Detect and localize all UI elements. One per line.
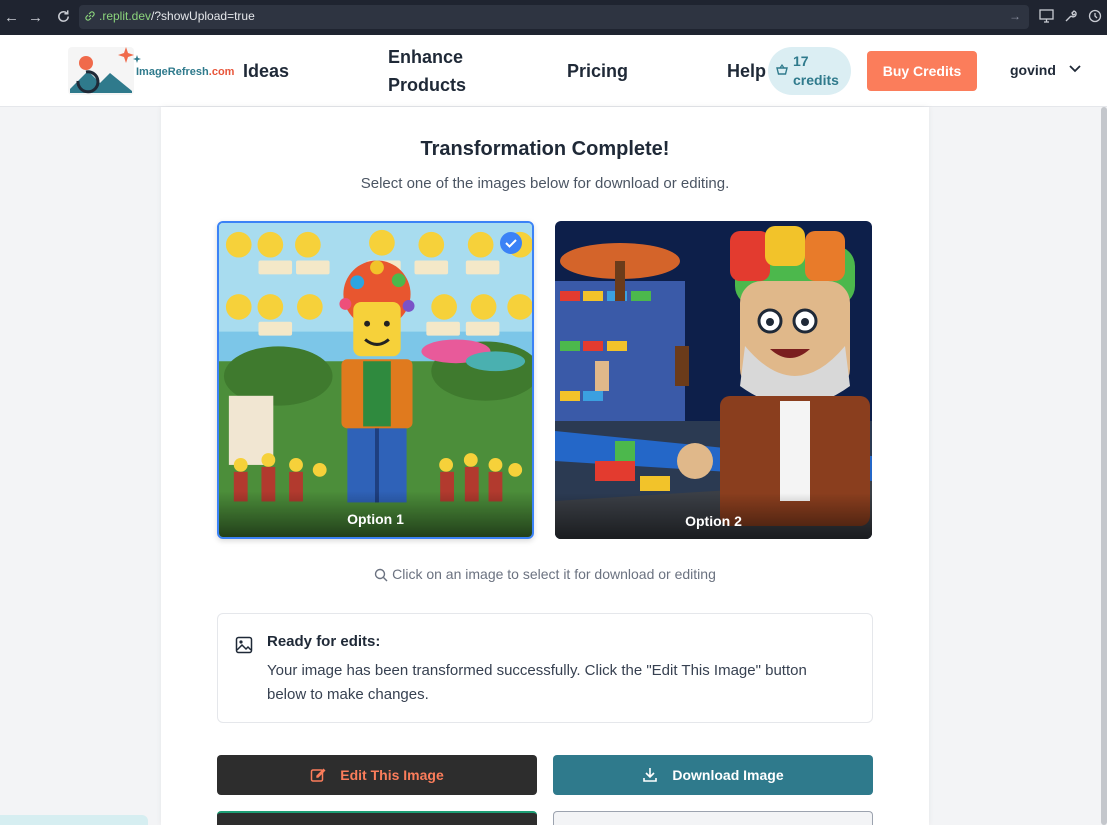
download-image-button[interactable]: Download Image xyxy=(553,755,873,795)
selected-check-icon xyxy=(500,232,522,254)
credits-count: 17 xyxy=(793,53,809,69)
extensions-icon[interactable] xyxy=(1088,9,1102,23)
ready-text: Your image has been transformed successf… xyxy=(267,662,807,703)
address-bar[interactable]: .replit.dev/?showUpload=true → xyxy=(79,5,1029,29)
go-arrow-icon[interactable]: → xyxy=(1009,9,1021,23)
link-icon xyxy=(85,11,95,21)
user-menu[interactable]: govind xyxy=(1010,62,1056,78)
nav-ideas[interactable]: Ideas xyxy=(243,57,289,85)
site-header: ImageRefresh.com Ideas Enhance Products … xyxy=(0,35,1107,107)
url-text: .replit.dev/?showUpload=true xyxy=(99,9,255,23)
page-subtitle: Select one of the images below for downl… xyxy=(360,175,730,192)
page-scrollbar[interactable] xyxy=(1101,107,1107,825)
lego-scientist-image xyxy=(555,221,872,539)
back-icon[interactable]: ← xyxy=(4,9,19,26)
notification-toast xyxy=(0,815,148,825)
download-icon xyxy=(643,768,658,782)
browser-toolbar: ← → .replit.dev/?showUpload=true → xyxy=(0,0,1107,35)
option-1-caption: Option 1 xyxy=(219,491,532,537)
wrench-icon[interactable] xyxy=(1064,9,1078,23)
forward-icon[interactable]: → xyxy=(28,9,43,26)
basket-icon xyxy=(776,64,788,75)
reload-icon[interactable] xyxy=(56,9,71,24)
search-icon xyxy=(374,568,388,582)
credits-badge[interactable]: 17 credits xyxy=(768,47,851,95)
ready-for-edits-panel: Ready for edits: Your image has been tra… xyxy=(217,613,873,723)
selection-hint: Click on an image to select it for downl… xyxy=(161,566,929,582)
image-icon xyxy=(235,636,253,654)
logo-text[interactable]: ImageRefresh.com xyxy=(136,66,234,78)
buy-credits-button[interactable]: Buy Credits xyxy=(867,51,977,91)
nav-pricing[interactable]: Pricing xyxy=(567,57,628,85)
option-2-image[interactable]: Option 2 xyxy=(555,221,872,539)
nav-enhance-products[interactable]: Enhance Products xyxy=(388,43,466,99)
secondary-action-button[interactable] xyxy=(217,811,537,825)
credits-label: credits xyxy=(793,72,839,88)
chevron-down-icon[interactable] xyxy=(1069,65,1081,73)
page-title: Transformation Complete! xyxy=(420,138,670,160)
nav-help[interactable]: Help xyxy=(727,57,766,85)
scrollbar-thumb[interactable] xyxy=(1101,107,1107,825)
monitor-icon[interactable] xyxy=(1039,9,1054,23)
edit-icon xyxy=(311,768,326,782)
edit-image-button[interactable]: Edit This Image xyxy=(217,755,537,795)
tertiary-action-button[interactable] xyxy=(553,811,873,825)
option-2-caption: Option 2 xyxy=(555,493,872,539)
lego-collage-image xyxy=(219,223,532,537)
option-1-image[interactable]: Option 1 xyxy=(217,221,534,539)
ready-title: Ready for edits: xyxy=(267,633,381,650)
logo-icon[interactable] xyxy=(66,43,146,99)
result-card: Transformation Complete! Select one of t… xyxy=(161,107,929,825)
